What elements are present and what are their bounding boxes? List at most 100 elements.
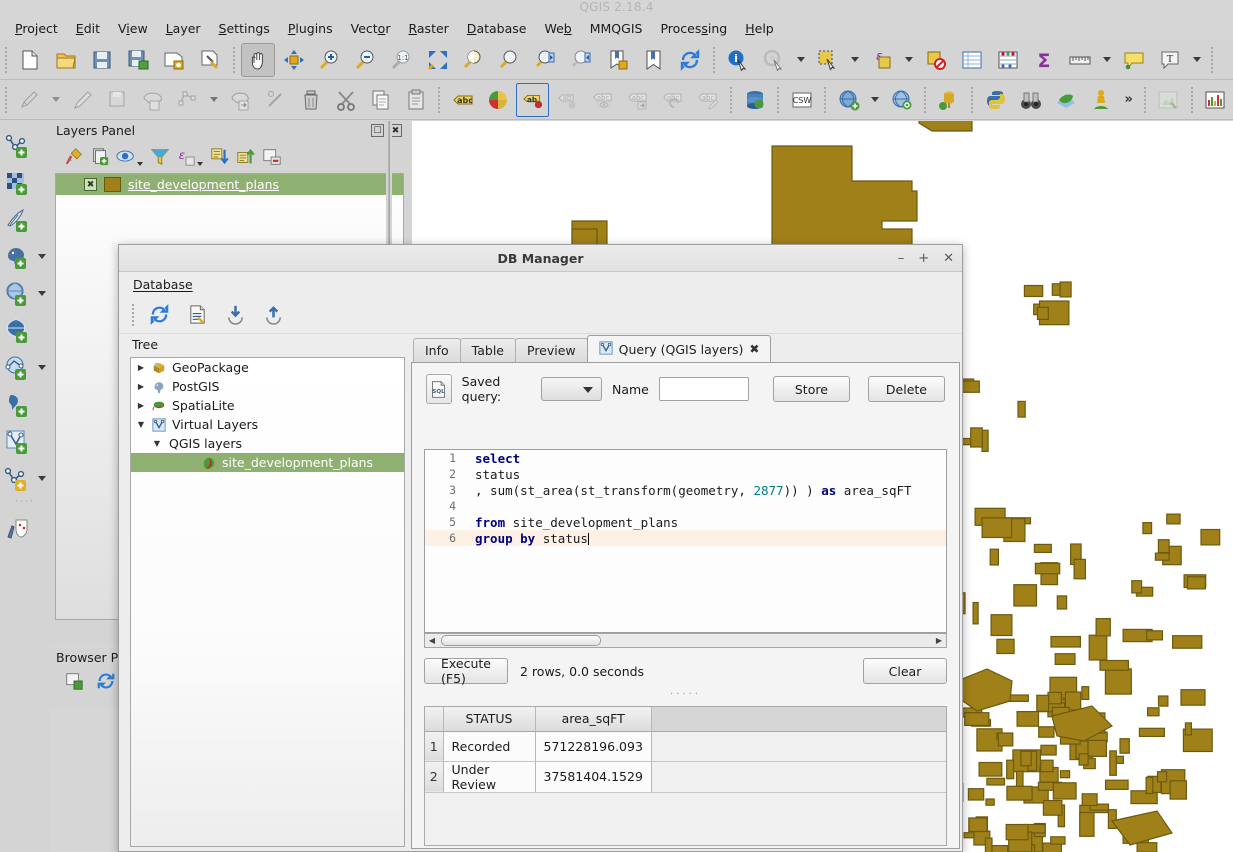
chevron-down-icon[interactable] (52, 97, 61, 102)
manage-visibility-icon[interactable] (114, 145, 138, 169)
menu-item-mmqgis[interactable]: MMQGIS (581, 19, 652, 38)
close-button[interactable]: ✕ (943, 251, 954, 266)
tab-query-qgis-layers-[interactable]: Query (QGIS layers) ✖ (586, 335, 772, 362)
export-layer-icon[interactable] (256, 298, 290, 332)
sql-editor[interactable]: 1 select 2 status 3 , sum(st_area(st_transfor… (424, 449, 947, 633)
chevron-down-icon[interactable] (1103, 57, 1111, 62)
zoom-full-icon[interactable] (421, 43, 455, 77)
tab-info[interactable]: Info (413, 338, 461, 362)
zoom-last-icon[interactable] (529, 43, 563, 77)
new-print-composer-icon[interactable] (157, 43, 191, 77)
collapse-all-icon[interactable] (234, 145, 258, 169)
db-tree-node-postgis[interactable]: ▶ PostGIS (131, 377, 404, 396)
chevron-right-icon[interactable]: ▶ (133, 382, 149, 391)
add-spatialite-layer-icon[interactable] (0, 275, 50, 312)
add-vector-layer-icon[interactable] (0, 127, 50, 164)
new-bookmark-icon[interactable] (601, 43, 635, 77)
menu-item-view[interactable]: View (109, 19, 157, 38)
query-results-panel[interactable]: STATUS area_sqFT 1 Recorded 571228196.093 2 U… (424, 706, 947, 846)
zoom-to-selection-icon[interactable] (457, 43, 491, 77)
expand-all-icon[interactable] (208, 145, 232, 169)
processing-toolbox-icon[interactable] (1152, 83, 1185, 117)
menu-item-database[interactable]: Database (133, 277, 193, 292)
diagram-icon[interactable] (481, 83, 514, 117)
chevron-down-icon[interactable] (851, 57, 859, 62)
add-group-icon[interactable] (88, 145, 112, 169)
histogram-icon[interactable] (1199, 83, 1232, 117)
clear-button[interactable]: Clear (863, 658, 947, 684)
style-manager-icon[interactable] (62, 145, 86, 169)
pin-labels-icon[interactable]: ab (516, 82, 550, 117)
add-wcs-layer-icon[interactable] (0, 386, 50, 423)
chevron-down-icon[interactable] (210, 97, 219, 102)
style-manager-icon[interactable] (0, 511, 50, 548)
rotate-label-icon[interactable]: abc (656, 83, 689, 117)
db-manager-dialog[interactable]: DB Manager – + ✕ Database Tree ▶ GeoPack… (118, 244, 963, 852)
delete-selected-icon[interactable] (294, 83, 327, 117)
deselect-icon[interactable] (919, 43, 953, 77)
open-attribute-table-icon[interactable] (955, 43, 989, 77)
chevron-down-icon[interactable] (1193, 57, 1201, 62)
chevron-down-icon[interactable] (137, 162, 143, 166)
chevron-down-icon[interactable] (38, 254, 46, 259)
menu-item-settings[interactable]: Settings (210, 19, 279, 38)
column-header[interactable]: STATUS (443, 707, 536, 732)
column-header[interactable]: area_sqFT (535, 707, 652, 732)
cut-features-icon[interactable] (329, 83, 362, 117)
import-layer-icon[interactable] (218, 298, 252, 332)
save-project-as-icon[interactable] (121, 43, 155, 77)
measure-line-icon[interactable] (1063, 43, 1097, 77)
chevron-down-icon[interactable] (871, 97, 880, 102)
table-cell[interactable]: 37581404.1529 (535, 761, 652, 793)
refresh-icon[interactable] (142, 298, 176, 332)
menu-item-edit[interactable]: Edit (67, 19, 109, 38)
query-name-input[interactable] (658, 377, 749, 401)
zoom-next-icon[interactable] (565, 43, 599, 77)
menu-item-help[interactable]: Help (736, 19, 783, 38)
binoculars-icon[interactable] (1014, 83, 1047, 117)
scroll-right-arrow-icon[interactable]: ▶ (932, 636, 946, 645)
add-delimited-text-layer-icon[interactable] (0, 201, 50, 238)
table-row[interactable]: 1 Recorded 571228196.093 (425, 731, 946, 762)
csw-icon[interactable]: CSW (785, 83, 818, 117)
python-console-icon[interactable] (979, 83, 1012, 117)
filter-legend-icon[interactable] (148, 145, 172, 169)
sql-window-icon[interactable]: SQL (426, 374, 452, 404)
geocoding-icon[interactable] (932, 83, 965, 117)
select-by-expression-icon[interactable]: ε (865, 43, 899, 77)
move-label-icon[interactable]: abc (621, 83, 654, 117)
menu-item-raster[interactable]: Raster (399, 19, 457, 38)
minimize-button[interactable]: – (898, 251, 905, 266)
close-icon[interactable]: ✖ (749, 342, 759, 356)
add-virtual-layer-icon[interactable] (0, 423, 50, 460)
edit-pencil-icon[interactable] (66, 83, 99, 117)
delete-button[interactable]: Delete (867, 376, 945, 402)
execute-button[interactable]: Execute (F5) (424, 656, 508, 686)
db-tree-node-geopackage[interactable]: ▶ GeoPackage (131, 358, 404, 377)
zoom-in-icon[interactable] (313, 43, 347, 77)
chevron-down-icon[interactable] (38, 291, 46, 296)
scroll-left-arrow-icon[interactable]: ◀ (425, 636, 439, 645)
new-shapefile-layer-icon[interactable] (0, 460, 50, 497)
highlight-labels-icon[interactable]: abc (586, 83, 619, 117)
pan-to-selection-icon[interactable] (277, 43, 311, 77)
db-tree-node-qgis-layers[interactable]: ▼ QGIS layers (131, 434, 404, 453)
maximize-button[interactable]: + (918, 251, 929, 266)
add-feature-icon[interactable] (136, 83, 169, 117)
field-calculator-icon[interactable] (991, 43, 1025, 77)
add-wms-layer-icon[interactable] (832, 83, 865, 117)
person-plugin-icon[interactable] (1084, 83, 1117, 117)
refresh-icon[interactable] (94, 669, 118, 693)
new-project-icon[interactable] (13, 43, 47, 77)
saved-query-select[interactable] (540, 377, 602, 401)
menu-item-vector[interactable]: Vector (342, 19, 400, 38)
identify-features-icon[interactable]: i (721, 43, 755, 77)
layer-name[interactable]: site_development_plans (128, 177, 279, 192)
show-bookmarks-icon[interactable] (637, 43, 671, 77)
toggle-editing-icon[interactable] (13, 83, 46, 117)
expression-filter-icon[interactable]: ε (174, 145, 198, 169)
node-tool-icon[interactable] (259, 83, 292, 117)
chevron-down-icon[interactable]: ▼ (133, 420, 149, 429)
add-wfs-layer-icon[interactable] (0, 349, 50, 386)
metasearch-icon[interactable] (885, 83, 918, 117)
